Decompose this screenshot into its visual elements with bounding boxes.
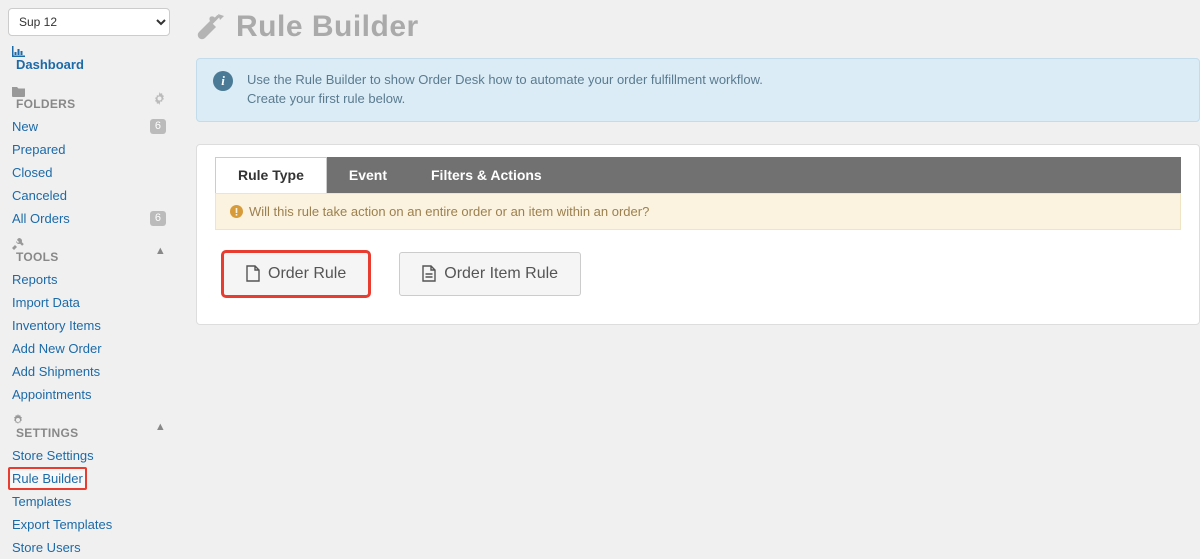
tab-bar: Rule Type Event Filters & Actions xyxy=(215,157,1181,193)
sidebar-item-label: All Orders xyxy=(12,211,70,226)
wrench-icon xyxy=(12,238,59,250)
page-title-text: Rule Builder xyxy=(236,10,419,44)
folders-title: FOLDERS xyxy=(16,97,75,111)
rule-buttons-row: Order Rule Order Item Rule xyxy=(215,230,1181,296)
sidebar-item-export-templates[interactable]: Export Templates xyxy=(8,513,170,536)
gear-icon[interactable] xyxy=(153,92,166,105)
button-label: Order Item Rule xyxy=(444,265,558,283)
sidebar-item-label: Inventory Items xyxy=(12,318,101,333)
sidebar-item-store-settings[interactable]: Store Settings xyxy=(8,444,170,467)
sidebar-item-reports[interactable]: Reports xyxy=(8,268,170,291)
order-rule-button[interactable]: Order Rule xyxy=(223,252,369,296)
sidebar-item-all-orders[interactable]: All Orders 6 xyxy=(8,207,170,230)
file-icon xyxy=(422,265,436,282)
sidebar: Sup 12 Dashboard FOLDERS New 6 Prepared … xyxy=(0,0,178,554)
cog-icon xyxy=(12,414,78,426)
sidebar-item-closed[interactable]: Closed xyxy=(8,161,170,184)
sidebar-item-inventory-items[interactable]: Inventory Items xyxy=(8,314,170,337)
sidebar-item-label: Rule Builder xyxy=(8,467,87,490)
sidebar-item-store-users[interactable]: Store Users xyxy=(8,536,170,559)
sidebar-item-import-data[interactable]: Import Data xyxy=(8,291,170,314)
file-icon xyxy=(246,265,260,282)
dashboard-link[interactable]: Dashboard xyxy=(12,46,168,72)
folder-icon xyxy=(12,86,75,97)
rule-panel: Rule Type Event Filters & Actions Will t… xyxy=(196,144,1200,325)
sidebar-item-appointments[interactable]: Appointments xyxy=(8,383,170,406)
page-title: Rule Builder xyxy=(196,10,1200,44)
tab-filters-actions[interactable]: Filters & Actions xyxy=(409,157,564,193)
button-label: Order Rule xyxy=(268,265,346,283)
main-content: Rule Builder i Use the Rule Builder to s… xyxy=(178,0,1200,325)
sidebar-item-label: Add Shipments xyxy=(12,364,100,379)
caret-up-icon: ▲ xyxy=(155,245,166,257)
tab-label: Filters & Actions xyxy=(431,167,542,183)
sidebar-item-label: Templates xyxy=(12,494,71,509)
tab-label: Rule Type xyxy=(238,167,304,183)
info-line-1: Use the Rule Builder to show Order Desk … xyxy=(247,71,763,90)
info-banner: i Use the Rule Builder to show Order Des… xyxy=(196,58,1200,122)
sidebar-item-label: Reports xyxy=(12,272,58,287)
sidebar-item-new[interactable]: New 6 xyxy=(8,115,170,138)
settings-title: SETTINGS xyxy=(16,426,78,440)
sidebar-item-label: Closed xyxy=(12,165,52,180)
folders-header[interactable]: FOLDERS xyxy=(8,78,170,115)
order-item-rule-button[interactable]: Order Item Rule xyxy=(399,252,581,296)
count-badge: 6 xyxy=(150,211,166,226)
count-badge: 6 xyxy=(150,119,166,134)
hint-text: Will this rule take action on an entire … xyxy=(249,204,649,219)
sidebar-item-label: Store Users xyxy=(12,540,81,555)
tab-event[interactable]: Event xyxy=(327,157,409,193)
bar-chart-icon xyxy=(12,46,168,57)
sidebar-item-canceled[interactable]: Canceled xyxy=(8,184,170,207)
settings-header[interactable]: SETTINGS ▲ xyxy=(8,406,170,444)
dashboard-label: Dashboard xyxy=(16,57,84,72)
tools-icon xyxy=(196,12,226,42)
sidebar-item-label: Export Templates xyxy=(12,517,112,532)
warning-icon xyxy=(230,205,243,218)
tools-title: TOOLS xyxy=(16,250,59,264)
sidebar-item-label: Store Settings xyxy=(12,448,94,463)
sidebar-item-label: Import Data xyxy=(12,295,80,310)
sidebar-item-label: Appointments xyxy=(12,387,92,402)
sidebar-item-rule-builder[interactable]: Rule Builder xyxy=(8,467,170,490)
tools-header[interactable]: TOOLS ▲ xyxy=(8,230,170,268)
sidebar-item-add-shipments[interactable]: Add Shipments xyxy=(8,360,170,383)
sidebar-item-label: Canceled xyxy=(12,188,67,203)
sidebar-item-add-new-order[interactable]: Add New Order xyxy=(8,337,170,360)
store-selector[interactable]: Sup 12 xyxy=(8,8,170,36)
sidebar-item-prepared[interactable]: Prepared xyxy=(8,138,170,161)
info-line-2: Create your first rule below. xyxy=(247,90,763,109)
hint-banner: Will this rule take action on an entire … xyxy=(215,193,1181,230)
tab-rule-type[interactable]: Rule Type xyxy=(215,157,327,193)
sidebar-item-templates[interactable]: Templates xyxy=(8,490,170,513)
sidebar-item-label: New xyxy=(12,119,38,134)
sidebar-item-label: Add New Order xyxy=(12,341,102,356)
caret-up-icon: ▲ xyxy=(155,421,166,433)
tab-label: Event xyxy=(349,167,387,183)
sidebar-item-label: Prepared xyxy=(12,142,65,157)
info-icon: i xyxy=(213,71,233,91)
